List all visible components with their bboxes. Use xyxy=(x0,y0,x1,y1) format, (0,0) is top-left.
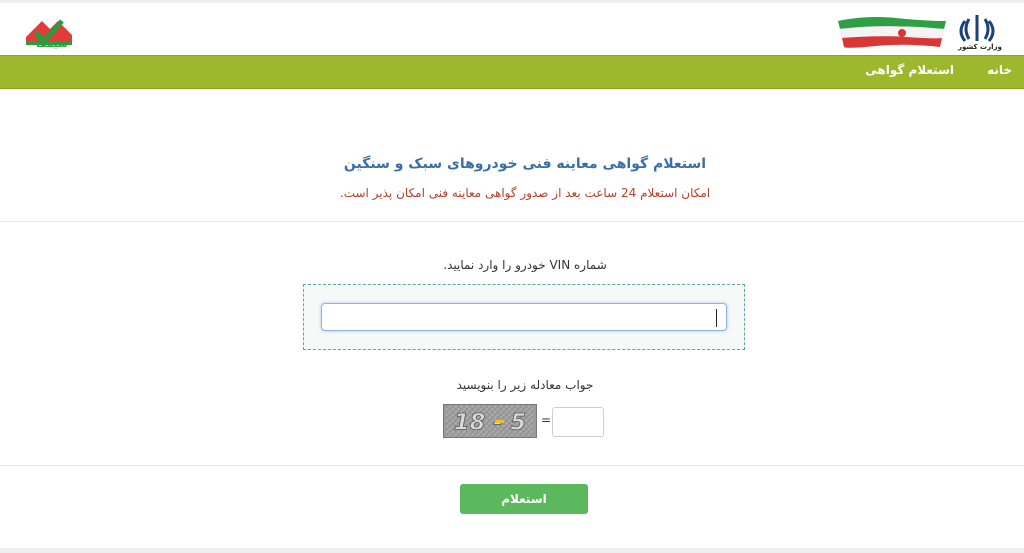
ministry-name: وزارت کشور xyxy=(958,43,1002,51)
vin-label: شماره VIN خودرو را وارد نمایید. xyxy=(443,258,607,272)
main-navigation: خانه استعلام گواهی xyxy=(0,55,1024,89)
logo-text: سیمفا xyxy=(36,39,68,50)
iran-flag-icon xyxy=(838,17,946,48)
vin-input[interactable] xyxy=(321,303,727,331)
nav-home-link[interactable]: خانه xyxy=(987,63,1012,77)
vin-input-container xyxy=(303,284,745,350)
divider xyxy=(0,465,1024,466)
equals-sign: = xyxy=(541,413,552,427)
captcha-label: جواب معادله زیر را بنویسید xyxy=(456,378,594,392)
inquiry-submit-button[interactable]: استعلام xyxy=(460,484,588,514)
captcha-image: 18 - 5 xyxy=(443,404,537,438)
page-title: استعلام گواهی معاینه فنی خودروهای سبک و … xyxy=(343,156,707,172)
bottom-border xyxy=(0,548,1024,553)
captcha-answer-input[interactable] xyxy=(552,407,604,437)
text-caret xyxy=(716,309,717,327)
site-header: سیمفا وزارت کشور xyxy=(0,3,1024,55)
divider xyxy=(0,221,1024,222)
captcha-text: 18 - 5 xyxy=(454,409,526,435)
page-subtitle: امکان استعلام 24 ساعت بعد از صدور گواهی … xyxy=(339,186,711,200)
nav-certificate-inquiry-link[interactable]: استعلام گواهی xyxy=(865,63,954,77)
